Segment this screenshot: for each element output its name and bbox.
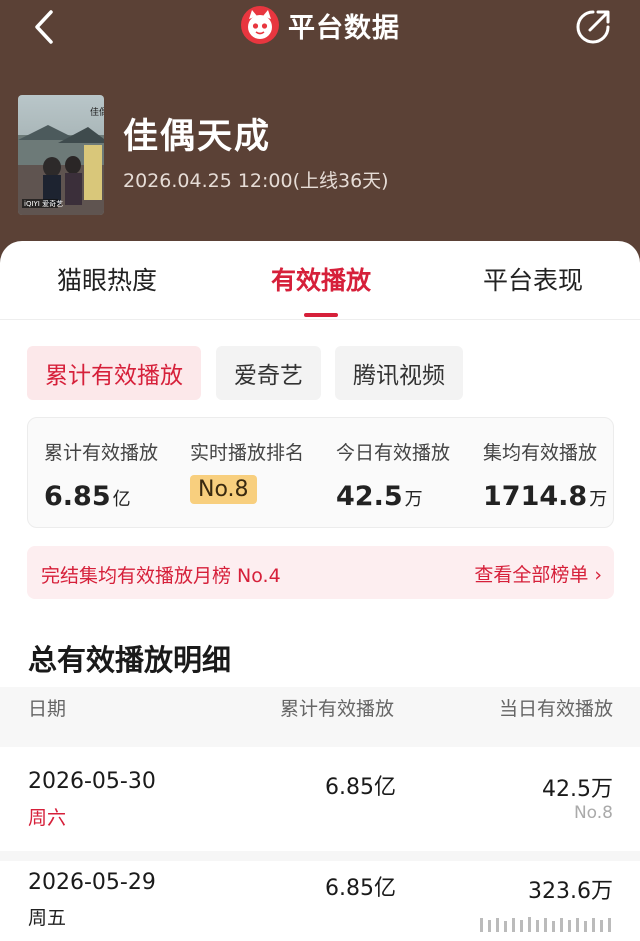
release-date: 2026.04.25 12:00(上线36天): [123, 170, 389, 192]
stat-realtime-rank: 实时播放排名 No.8: [190, 438, 304, 504]
row-daily-rank: No.8: [573, 803, 613, 823]
row-weekday: 周六: [28, 807, 67, 829]
monthly-ranking-banner[interactable]: 完结集均有效播放月榜 No.4 查看全部榜单 ›: [27, 546, 614, 599]
section-title: 总有效播放明细: [28, 643, 232, 677]
main-panel: 猫眼热度 有效播放 平台表现 累计有效播放 爱奇艺 腾讯视频 累计有效播放 6.…: [0, 241, 640, 941]
tab-platform-performance[interactable]: 平台表现: [453, 261, 613, 297]
share-icon[interactable]: [574, 8, 612, 46]
view-all-rankings-link[interactable]: 查看全部榜单 ›: [474, 560, 602, 587]
stat-value: 42.5 万: [336, 481, 423, 512]
stat-per-episode: 集均有效播放 1714.8 万: [483, 438, 607, 512]
stat-label: 累计有效播放: [44, 442, 159, 464]
column-header-cumulative: 累计有效播放: [280, 698, 395, 720]
drama-header: 平台数据 佳偶 iQIYI 爱奇艺 佳偶天成 2026.04.25 12:00(…: [0, 0, 640, 280]
stat-label: 实时播放排名: [190, 442, 305, 464]
stat-value: 1714.8 万: [483, 481, 608, 512]
row-date: 2026-05-29: [28, 870, 156, 895]
title-bar: 平台数据: [0, 0, 640, 50]
drama-poster[interactable]: 佳偶 iQIYI 爱奇艺: [18, 95, 104, 215]
row-cumulative: 6.85亿: [325, 876, 396, 901]
stat-value: 6.85 亿: [44, 481, 131, 512]
drama-title: 佳偶天成: [123, 117, 272, 157]
row-daily: 323.6万: [528, 879, 613, 904]
scroll-fade-indicator: [470, 912, 625, 934]
stat-today: 今日有效播放 42.5 万: [336, 438, 450, 512]
tab-divider: [0, 319, 640, 320]
row-divider: [0, 851, 640, 861]
table-row[interactable]: 2026-05-30 周六 6.85亿 42.5万 No.8: [0, 747, 640, 851]
row-date: 2026-05-30: [28, 769, 156, 794]
page-title: 平台数据: [288, 12, 400, 44]
chip-tencent-video[interactable]: 腾讯视频: [335, 346, 463, 400]
poster-platform-label: iQIYI 爱奇艺: [24, 200, 64, 208]
table-header: 日期 累计有效播放 当日有效播放: [0, 687, 640, 747]
row-cumulative: 6.85亿: [325, 775, 396, 800]
chip-cumulative[interactable]: 累计有效播放: [27, 346, 201, 400]
stat-cumulative: 累计有效播放 6.85 亿: [44, 438, 158, 512]
tab-effective-play[interactable]: 有效播放: [241, 261, 401, 297]
rank-badge: No.8: [190, 475, 257, 504]
column-header-daily: 当日有效播放: [498, 698, 613, 720]
chip-iqiyi[interactable]: 爱奇艺: [216, 346, 321, 400]
active-tab-indicator: [304, 313, 338, 317]
maoyan-cat-logo-icon: [241, 6, 279, 44]
svg-text:佳偶: 佳偶: [90, 106, 104, 118]
poster-image: 佳偶: [18, 95, 104, 215]
stat-label: 集均有效播放: [483, 442, 598, 464]
tab-maoyan-heat[interactable]: 猫眼热度: [27, 261, 187, 297]
stats-card: 累计有效播放 6.85 亿 实时播放排名 No.8 今日有效播放 42.5 万 集均…: [27, 417, 614, 528]
row-weekday: 周五: [28, 907, 67, 929]
column-header-date: 日期: [28, 698, 67, 720]
stat-label: 今日有效播放: [336, 442, 451, 464]
monthly-ranking-text: 完结集均有效播放月榜 No.4: [41, 565, 281, 587]
row-daily: 42.5万: [542, 777, 613, 802]
